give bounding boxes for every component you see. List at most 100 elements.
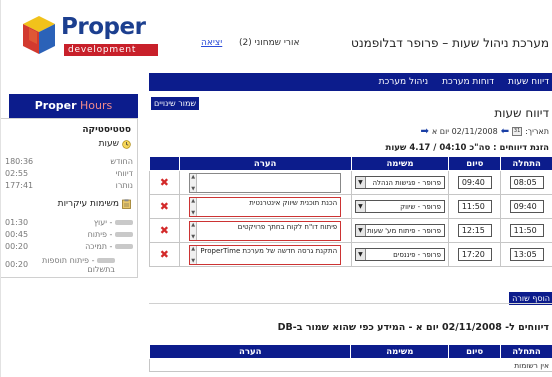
- empty-records-message: אין רשומות: [149, 358, 552, 372]
- dropdown-arrow-icon: ▼: [355, 177, 366, 188]
- blurred-text: [115, 232, 133, 237]
- note-textarea[interactable]: ▲ ▼ התקנת גרסה חדשה של מערכת ProperTime: [189, 244, 342, 265]
- cell-start: 08:05: [500, 170, 552, 195]
- end-time-input[interactable]: 09:40: [457, 176, 492, 189]
- scrollbar[interactable]: ▲ ▼: [190, 221, 198, 240]
- cell-end: 17:20: [448, 242, 502, 267]
- cell-end: 09:40: [448, 170, 502, 195]
- date-label: תאריך:: [525, 127, 549, 136]
- start-time-input[interactable]: 13:05: [509, 248, 544, 261]
- scrollbar[interactable]: ▲ ▼: [190, 173, 198, 192]
- note-text: [197, 174, 340, 192]
- delete-row-icon[interactable]: ✖: [150, 224, 179, 237]
- cell-delete: ✖: [149, 170, 180, 195]
- clock-icon: [122, 139, 131, 149]
- tasks-section-label: משימות עיקריות: [57, 199, 119, 209]
- header: Proper development יציאה אורי שמחוני (2)…: [1, 0, 552, 70]
- nav-item-system-admin[interactable]: ניהול מערכת: [379, 77, 428, 87]
- task-stat-label: - תמיכה: [85, 242, 133, 251]
- next-day-arrow-icon[interactable]: ⬅: [501, 126, 509, 137]
- cube-logo-icon: [23, 16, 55, 54]
- col-task: משימה: [350, 344, 450, 359]
- task-stat-value: 00:20: [5, 260, 29, 269]
- note-textarea[interactable]: ▲ ▼: [189, 172, 342, 193]
- app-window: Proper development יציאה אורי שמחוני (2)…: [0, 0, 552, 377]
- cell-note: ▲ ▼: [178, 170, 352, 195]
- task-select[interactable]: ▼ פרופר - פגישות הנהלה: [354, 176, 445, 189]
- clipboard-icon: [122, 199, 131, 209]
- stats-panel: סטטיסטיקה שעות 180:36 החודש 02:55 דיווחי…: [1, 118, 138, 278]
- table-row: 08:05 09:40 ▼ פרופר - פגישות הנהלה ▲ ▼ ✖: [149, 170, 552, 195]
- stat-value: 02:55: [5, 169, 29, 178]
- col-end: סיום: [448, 344, 502, 359]
- col-delete: [149, 156, 180, 171]
- cell-task: ▼ פרופר - פגישות הנהלה: [350, 170, 450, 195]
- task-select[interactable]: ▼ פרופר - שיווק: [354, 200, 445, 213]
- scrollbar[interactable]: ▲ ▼: [190, 245, 198, 264]
- delete-row-icon[interactable]: ✖: [150, 176, 179, 189]
- table-row: 09:40 11:50 ▼ פרופר - שיווק ▲ ▼ הכנת תוכנית…: [149, 194, 552, 219]
- nav-item-system-reports[interactable]: דוחות מערכת: [442, 77, 494, 87]
- main-nav: דיווח שעות דוחות מערכת ניהול מערכת: [149, 73, 552, 91]
- date-value: 02/11/2008 יום א: [431, 127, 498, 136]
- task-select[interactable]: ▼ פרופר - פיתוח מע' שעות: [354, 224, 445, 237]
- delete-row-icon[interactable]: ✖: [150, 200, 179, 213]
- cell-delete: ✖: [149, 218, 180, 243]
- tasks-section: משימות עיקריות: [58, 199, 131, 209]
- stat-value: 180:36: [5, 157, 34, 166]
- task-stat-label: - פיתוח תוספות בתשלום: [37, 256, 115, 274]
- note-textarea[interactable]: ▲ ▼ פיתוח דו"ח לקוח בחתך פרויקטים: [189, 220, 342, 241]
- stat-label: דיווחי: [115, 169, 133, 178]
- dropdown-arrow-icon: ▼: [355, 249, 366, 260]
- stat-value: 177:41: [5, 181, 34, 190]
- calendar-icon[interactable]: 31: [512, 127, 523, 136]
- prev-day-arrow-icon[interactable]: ➡: [420, 126, 428, 137]
- cell-end: 11:50: [448, 194, 502, 219]
- scrollbar[interactable]: ▲ ▼: [190, 197, 198, 216]
- delete-row-icon[interactable]: ✖: [150, 248, 179, 261]
- hours-section-label: שעות: [98, 139, 119, 149]
- start-time-input[interactable]: 11:50: [509, 224, 544, 237]
- task-select-value: פרופר - פגישות הנהלה: [372, 178, 441, 187]
- logo-text: Proper: [61, 14, 146, 40]
- col-start: התחלה: [500, 156, 552, 171]
- cell-delete: ✖: [149, 194, 180, 219]
- logout-link[interactable]: יציאה: [201, 38, 222, 48]
- start-time-input[interactable]: 08:05: [509, 176, 544, 189]
- note-text: פיתוח דו"ח לקוח בחתך פרויקטים: [237, 222, 338, 231]
- end-time-input[interactable]: 17:20: [457, 248, 492, 261]
- note-text: הכנת תוכנית שיווק אינטרנטית: [249, 198, 338, 207]
- cell-task: ▼ פרופר - פיתוח מע' שעות: [350, 218, 450, 243]
- task-stat-value: 00:45: [5, 230, 29, 239]
- col-end: סיום: [448, 156, 502, 171]
- start-time-input[interactable]: 09:40: [509, 200, 544, 213]
- save-changes-button[interactable]: שמור שינויים: [151, 97, 200, 110]
- cell-note: ▲ ▼ פיתוח דו"ח לקוח בחתך פרויקטים: [178, 218, 352, 243]
- blurred-text: [115, 244, 133, 249]
- reports-summary: הזנת דיווחים : סה"כ 04:10 / 4.17 שעות: [385, 143, 549, 153]
- user-name: אורי שמחוני (2): [239, 38, 300, 48]
- note-textarea[interactable]: ▲ ▼ הכנת תוכנית שיווק אינטרנטית: [189, 196, 342, 217]
- sidebar-brand-hours: Hours: [76, 99, 113, 112]
- cell-end: 12:15: [448, 218, 502, 243]
- sidebar: Proper Hours סטטיסטיקה שעות 180:36 החודש…: [1, 94, 149, 377]
- cell-note: ▲ ▼ הכנת תוכנית שיווק אינטרנטית: [178, 194, 352, 219]
- task-stat-label: - פיתוח: [88, 230, 133, 239]
- col-task: משימה: [350, 156, 450, 171]
- end-time-input[interactable]: 12:15: [457, 224, 492, 237]
- company-logo: Proper development: [21, 12, 158, 62]
- stat-label: החודש: [110, 157, 133, 166]
- nav-item-hours-report[interactable]: דיווח שעות: [508, 77, 549, 87]
- logo-subtitle: development: [64, 44, 158, 56]
- end-time-input[interactable]: 11:50: [457, 200, 492, 213]
- table-row: אין רשומות: [149, 358, 552, 372]
- stat-label: נותרו: [115, 181, 133, 190]
- task-stat-name: - תמיכה: [85, 242, 113, 251]
- table-row: 13:05 17:20 ▼ פרופר - פיננסים ▲ ▼ התקנת גרס…: [149, 242, 552, 267]
- task-select[interactable]: ▼ פרופר - פיננסים: [354, 248, 445, 261]
- sidebar-brand-proper: Proper: [34, 99, 77, 112]
- cell-delete: ✖: [149, 242, 180, 267]
- app-title: מערכת ניהול שעות – פרופר דבלופמנט: [351, 36, 549, 50]
- table-header-row: התחלה סיום משימה הערה: [148, 344, 552, 359]
- blurred-text: [97, 258, 115, 263]
